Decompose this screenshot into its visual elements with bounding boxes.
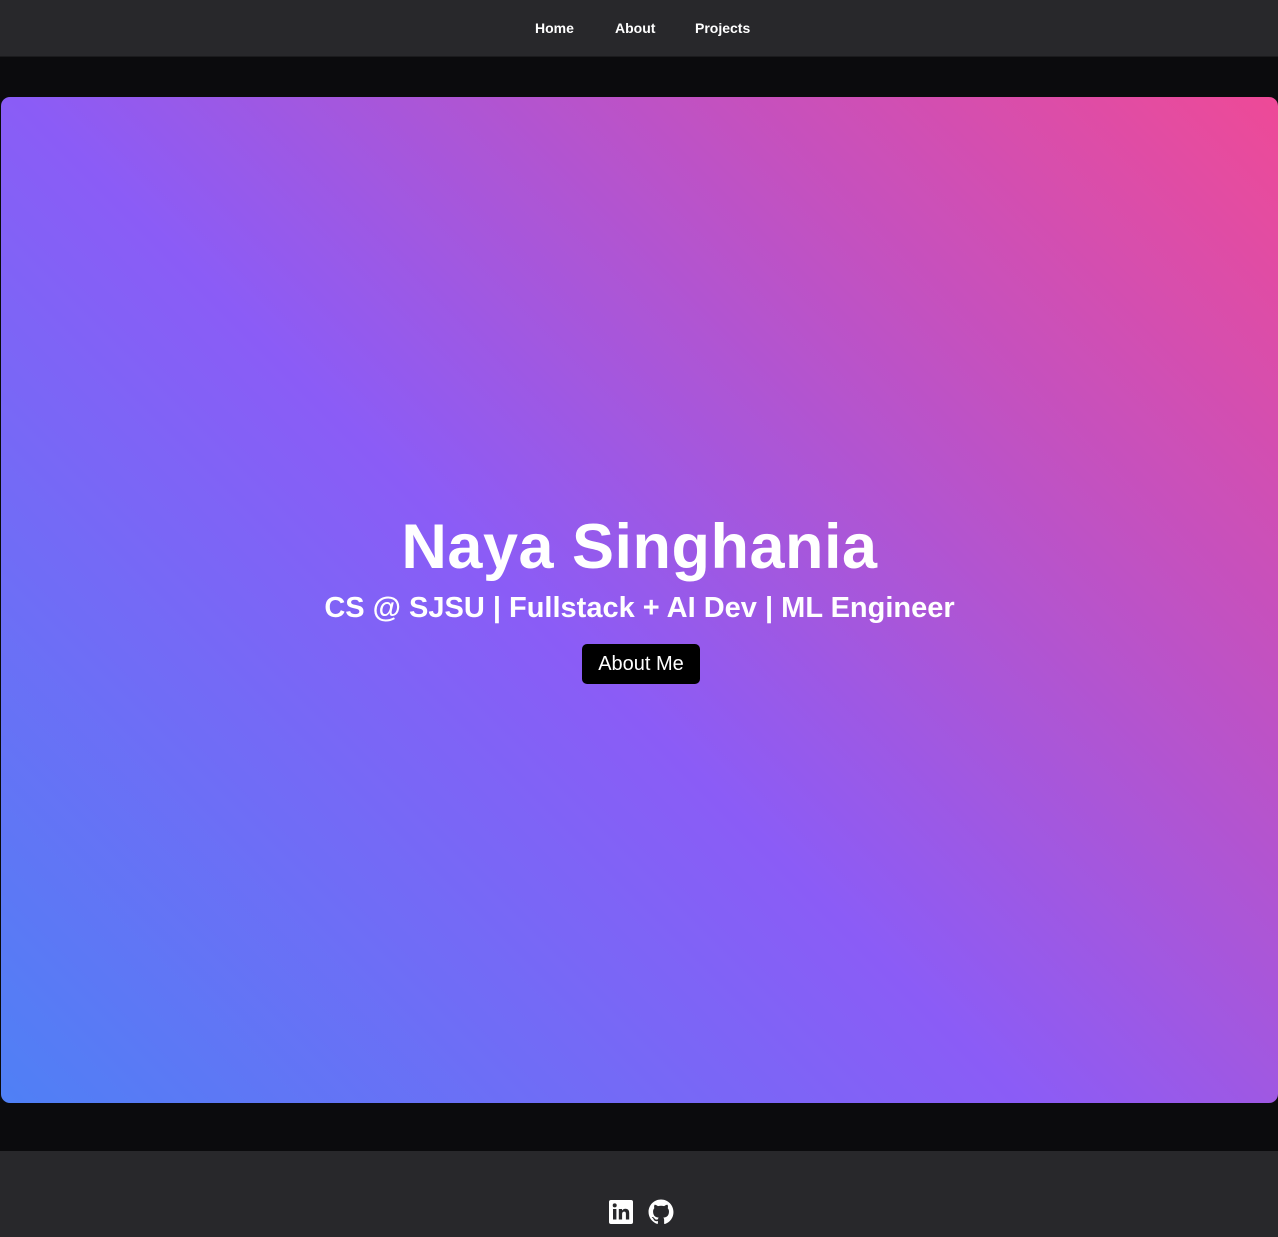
hero-section: Naya Singhania CS @ SJSU | Fullstack + A… (1, 97, 1278, 1103)
linkedin-link[interactable] (608, 1199, 634, 1225)
github-link[interactable] (648, 1199, 674, 1225)
hero-tagline: CS @ SJSU | Fullstack + AI Dev | ML Engi… (324, 592, 955, 624)
hero-name: Naya Singhania (401, 512, 878, 582)
footer (0, 1151, 1278, 1237)
github-icon (648, 1199, 674, 1225)
nav-link-about[interactable]: About (615, 20, 655, 36)
nav-link-projects[interactable]: Projects (695, 20, 750, 36)
linkedin-icon (609, 1200, 633, 1224)
about-me-button[interactable]: About Me (582, 644, 700, 684)
top-navigation: Home About Projects (0, 0, 1278, 57)
nav-link-home[interactable]: Home (535, 20, 574, 36)
